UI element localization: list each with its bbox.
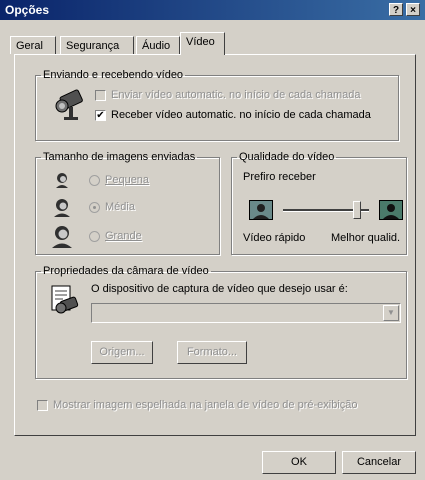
- group-legend: Tamanho de imagens enviadas: [43, 151, 196, 163]
- size-medium-radio[interactable]: [89, 202, 100, 213]
- size-large-radio[interactable]: [89, 231, 100, 242]
- send-auto-label: Enviar vídeo automatic. no início de cad…: [111, 89, 361, 101]
- format-button[interactable]: Formato...: [177, 341, 247, 364]
- quality-slider-thumb[interactable]: [353, 201, 362, 219]
- fast-video-icon: [249, 200, 273, 220]
- size-medium-label: Média: [105, 201, 135, 213]
- receive-auto-label: Receber vídeo automatic. no início de ca…: [111, 109, 371, 121]
- size-large-label: Grande: [105, 230, 142, 242]
- help-button[interactable]: ?: [389, 3, 403, 16]
- group-legend: Qualidade do vídeo: [239, 151, 335, 163]
- capture-device-label: O dispositivo de captura de vídeo que de…: [91, 283, 348, 295]
- mirror-image-checkbox[interactable]: [37, 400, 48, 411]
- tab-label: Áudio: [142, 40, 171, 52]
- video-tab-panel: Enviando e recebendo vídeo Enviar vídeo …: [14, 54, 416, 436]
- size-small-radio[interactable]: [89, 175, 100, 186]
- checkmark-icon: ✔: [96, 110, 105, 121]
- tab-geral[interactable]: Geral: [10, 36, 56, 54]
- mirror-image-label: Mostrar imagem espelhada na janela de ví…: [53, 399, 358, 411]
- best-quality-icon: [379, 200, 403, 220]
- title-bar: Opções ? ×: [0, 0, 425, 20]
- person-face-icon: [54, 199, 70, 217]
- person-face-icon: [52, 226, 72, 248]
- sending-receiving-group: Enviando e recebendo vídeo: [35, 69, 399, 141]
- capture-device-dropdown[interactable]: ▼: [91, 303, 401, 323]
- group-legend: Propriedades da câmara de vídeo: [43, 265, 209, 277]
- cancel-button[interactable]: Cancelar: [342, 451, 416, 474]
- tab-label: Vídeo: [186, 36, 215, 48]
- camera-properties-icon: [51, 285, 79, 314]
- ok-button[interactable]: OK: [262, 451, 336, 474]
- group-legend: Enviando e recebendo vídeo: [43, 69, 184, 81]
- close-button[interactable]: ×: [406, 3, 420, 16]
- tab-seguranca[interactable]: Segurança: [60, 36, 134, 54]
- video-camera-icon: [55, 89, 83, 120]
- best-quality-label: Melhor qualid.: [331, 232, 401, 244]
- send-auto-checkbox[interactable]: [95, 90, 106, 101]
- window-title: Opções: [5, 3, 50, 17]
- source-button[interactable]: Origem...: [91, 341, 153, 364]
- tab-label: Segurança: [66, 40, 120, 52]
- receive-auto-checkbox[interactable]: ✔: [95, 110, 106, 121]
- person-face-icon: [56, 173, 68, 188]
- tab-audio[interactable]: Áudio: [136, 36, 180, 54]
- tab-label: Geral: [16, 40, 43, 52]
- chevron-down-icon[interactable]: ▼: [383, 305, 399, 321]
- prefer-label: Prefiro receber: [243, 171, 316, 183]
- fast-video-label: Vídeo rápido: [243, 232, 306, 244]
- size-small-label: Pequena: [105, 174, 150, 186]
- tab-video[interactable]: Vídeo: [180, 32, 225, 55]
